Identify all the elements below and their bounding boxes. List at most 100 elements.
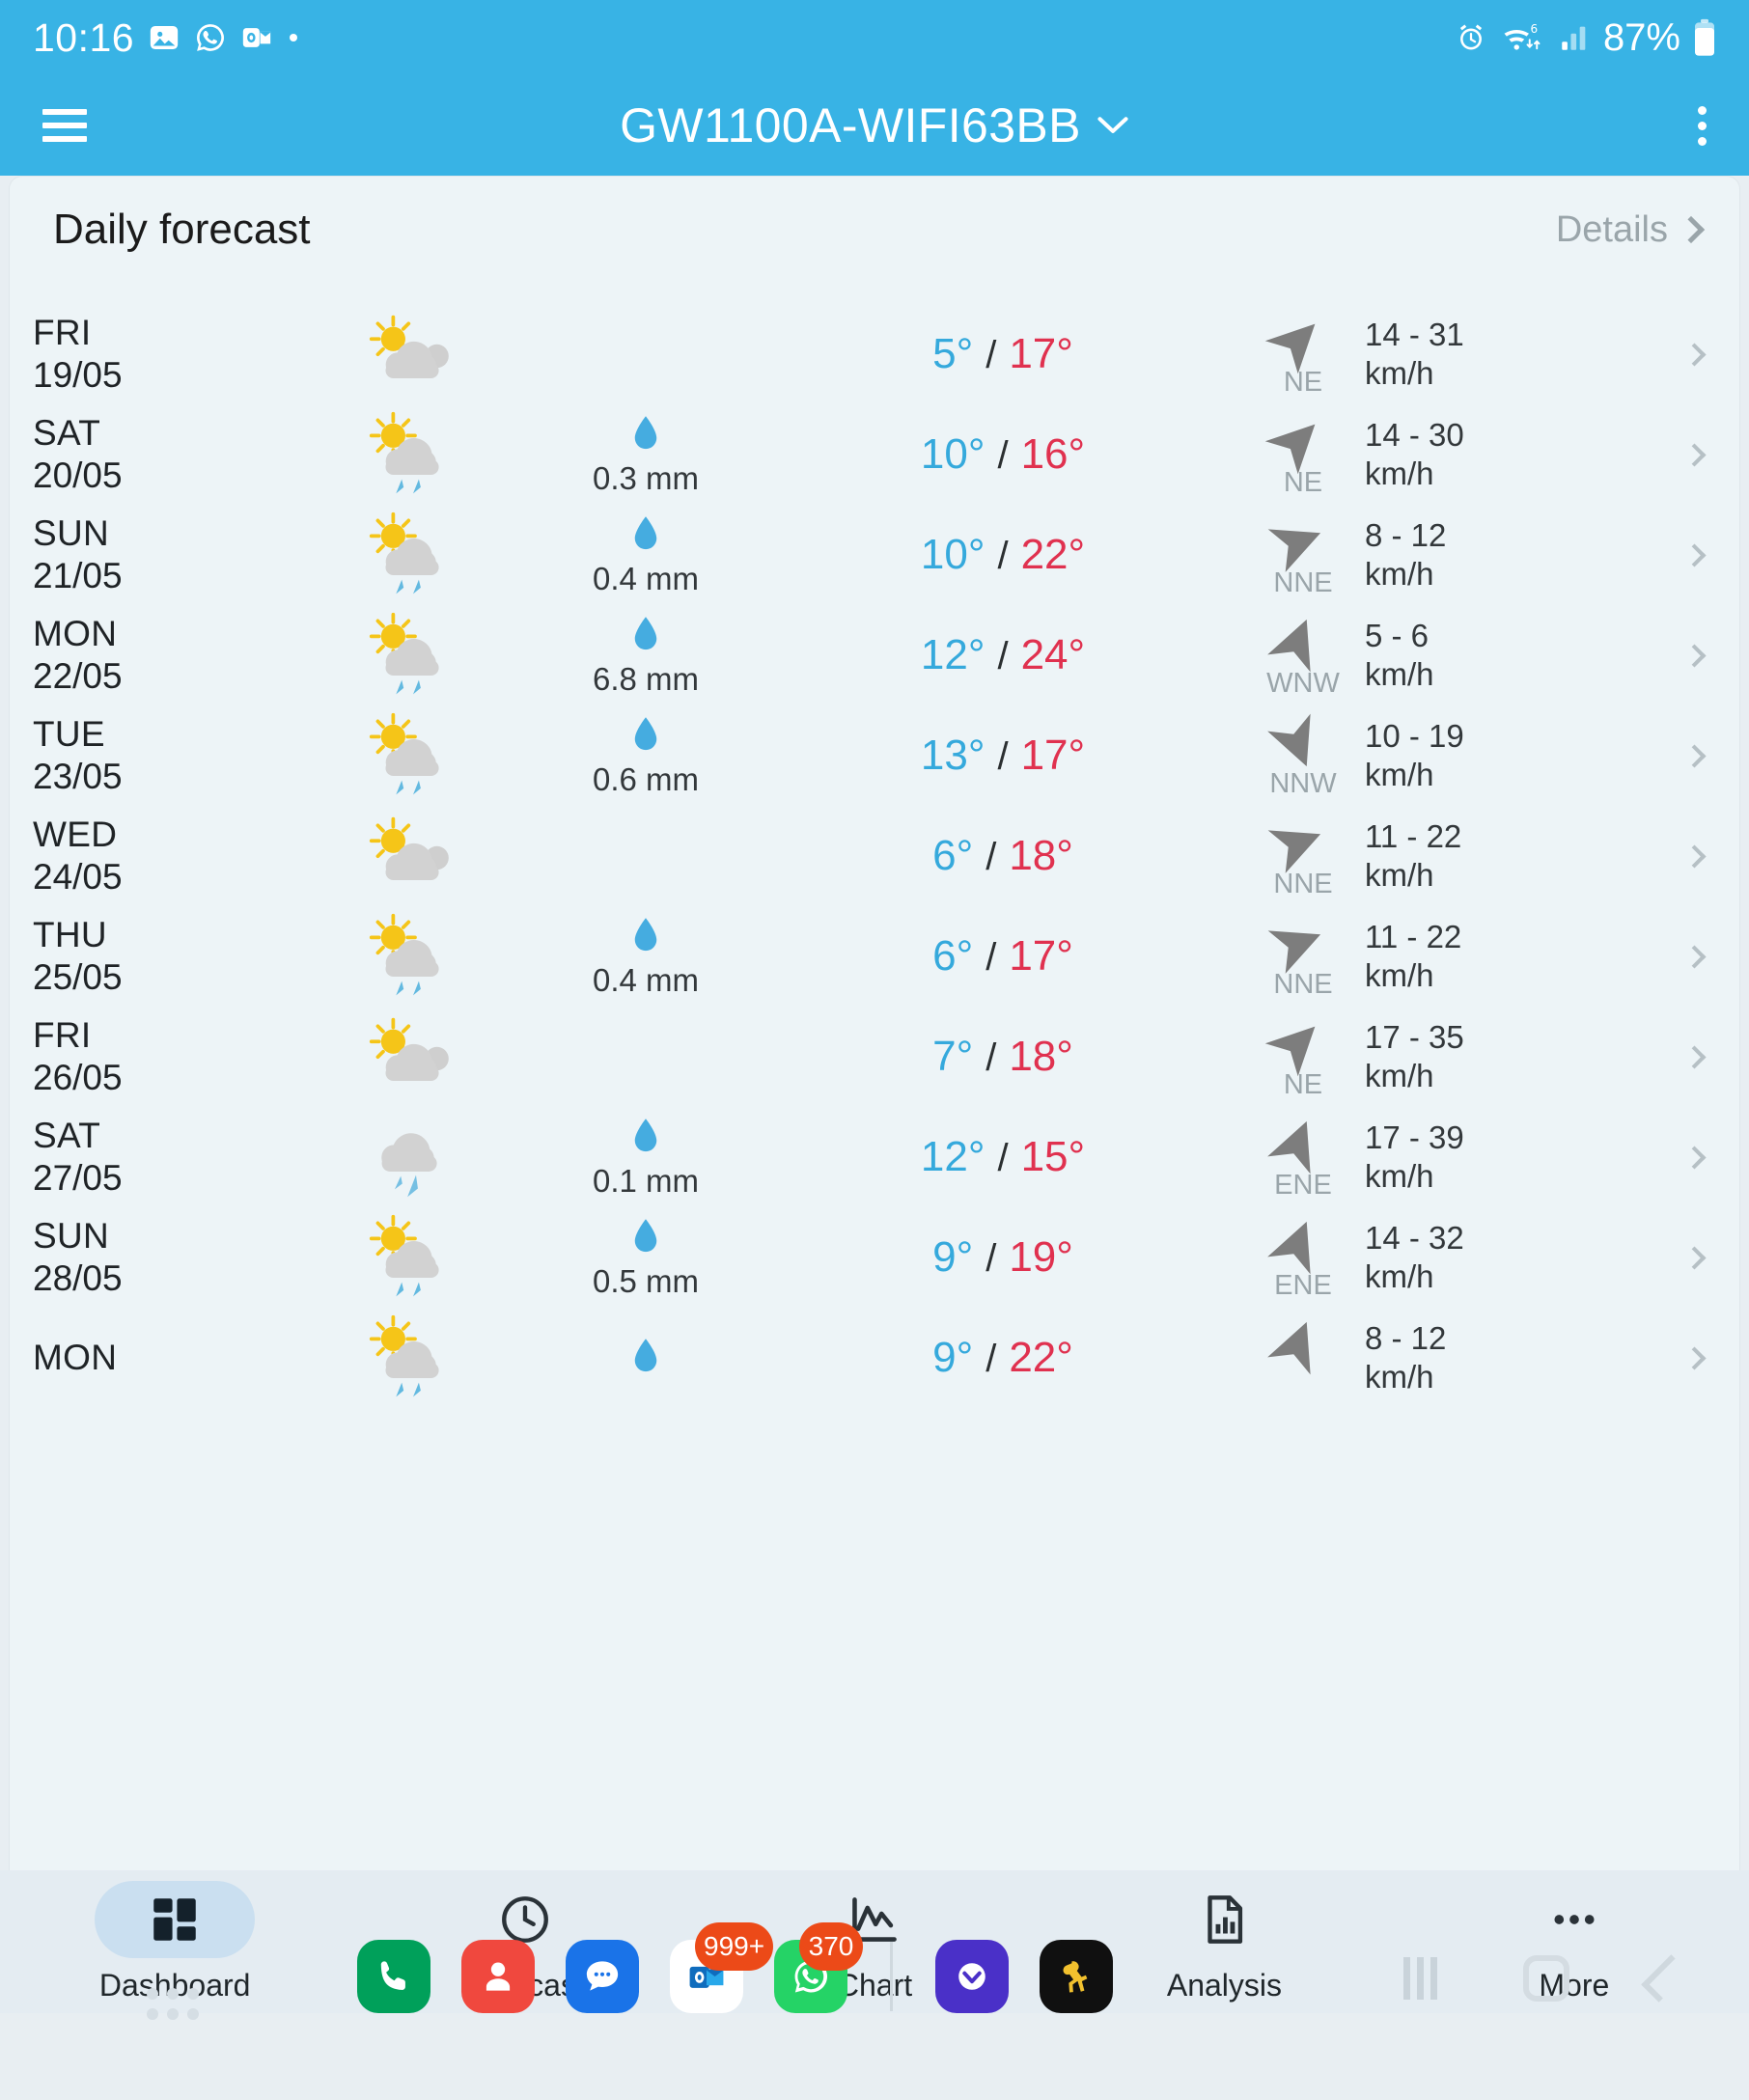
status-bar-left: 10:16 xyxy=(33,15,300,61)
wind-info: NNE 11 - 22 km/h xyxy=(1249,912,1635,1001)
table-row[interactable]: SAT 27/05 0.1 mm 12° / 15° ENE 17 - 39 km/h xyxy=(10,1107,1739,1207)
row-chevron[interactable] xyxy=(1635,843,1707,869)
table-row[interactable]: FRI 19/05 5° / 17° NE 14 - 31 km/h xyxy=(10,304,1739,404)
wind-speed: 8 - 12 km/h xyxy=(1365,516,1447,592)
row-chevron[interactable] xyxy=(1635,342,1707,367)
row-chevron[interactable] xyxy=(1635,1044,1707,1069)
messages-icon[interactable] xyxy=(566,1940,639,2013)
hamburger-icon[interactable] xyxy=(42,109,87,142)
wind-direction-group xyxy=(1249,1313,1365,1402)
wind-info: NE 14 - 30 km/h xyxy=(1249,410,1635,499)
table-row[interactable]: THU 25/05 0.4 mm 6° / 17° NNE 11 - 22 km/h xyxy=(10,906,1739,1007)
partly-cloudy-icon xyxy=(293,810,535,902)
table-row[interactable]: WED 24/05 6° / 18° NNE 11 - 22 km/h xyxy=(10,806,1739,906)
day-of-week: WED xyxy=(33,815,118,855)
row-chevron[interactable] xyxy=(1635,1245,1707,1270)
page-title[interactable]: GW1100A-WIFI63BB xyxy=(620,97,1081,153)
wind-speed: 10 - 19 km/h xyxy=(1365,717,1464,792)
cloud-rain-icon xyxy=(293,1111,535,1203)
rain-amount: 0.4 mm xyxy=(535,915,757,999)
rain-value: 0.4 mm xyxy=(592,961,700,998)
rain-amount xyxy=(535,1336,757,1381)
chevron-right-icon xyxy=(1682,342,1707,367)
temperature-range: 7° / 18° xyxy=(757,1033,1249,1081)
forecast-day: SAT 20/05 xyxy=(33,412,293,496)
chevron-right-icon xyxy=(1682,743,1707,768)
wind-info: NE 14 - 31 km/h xyxy=(1249,310,1635,399)
wind-direction-group: NNE xyxy=(1249,812,1365,900)
row-chevron[interactable] xyxy=(1635,1345,1707,1370)
table-row[interactable]: FRI 26/05 7° / 18° NE 17 - 35 km/h xyxy=(10,1007,1739,1107)
bitmoji-icon[interactable] xyxy=(1040,1940,1113,2013)
sun-cloud-rain-icon xyxy=(293,1312,535,1404)
forecast-day: SAT 27/05 xyxy=(33,1115,293,1199)
sun-cloud-rain-icon xyxy=(293,1211,535,1304)
forecast-day: SUN 21/05 xyxy=(33,512,293,596)
high-temp: 17° xyxy=(1020,732,1086,779)
back-icon[interactable] xyxy=(1641,1954,1689,2003)
row-chevron[interactable] xyxy=(1635,944,1707,969)
rain-amount: 6.8 mm xyxy=(535,614,757,698)
table-row[interactable]: SUN 21/05 0.4 mm 10° / 22° NNE 8 - 12 km/h xyxy=(10,505,1739,605)
sun-cloud-rain-icon xyxy=(293,509,535,601)
wind-arrow-icon xyxy=(1266,916,1328,977)
temperature-range: 9° / 19° xyxy=(757,1233,1249,1282)
phone-icon[interactable] xyxy=(357,1940,430,2013)
wind-arrow-icon xyxy=(1266,514,1328,575)
raindrop-icon xyxy=(631,413,660,458)
row-chevron[interactable] xyxy=(1635,643,1707,668)
table-row[interactable]: TUE 23/05 0.6 mm 13° / 17° NNW 10 - 19 km/h xyxy=(10,705,1739,806)
temperature-range: 12° / 24° xyxy=(757,631,1249,679)
whatsapp-icon[interactable]: 370 xyxy=(774,1922,863,2013)
wind-speed: 17 - 35 km/h xyxy=(1365,1018,1464,1093)
kebab-menu-icon[interactable] xyxy=(1698,105,1707,146)
table-row[interactable]: SAT 20/05 0.3 mm 10° / 16° NE 14 - 30 km/h xyxy=(10,404,1739,505)
rain-value: 6.8 mm xyxy=(592,660,700,697)
day-of-week: FRI xyxy=(33,313,92,353)
high-temp: 16° xyxy=(1020,430,1086,478)
row-chevron[interactable] xyxy=(1635,442,1707,467)
day-date: 19/05 xyxy=(33,355,123,395)
low-temp: 13° xyxy=(920,732,986,779)
system-nav-bar xyxy=(1403,1954,1689,2003)
day-date: 26/05 xyxy=(33,1058,123,1097)
svg-text:6: 6 xyxy=(1530,22,1538,36)
raindrop-icon xyxy=(631,714,660,760)
row-chevron[interactable] xyxy=(1635,542,1707,567)
day-date: 23/05 xyxy=(33,757,123,796)
app-drawer-icon[interactable] xyxy=(147,1988,199,2020)
contacts-icon[interactable] xyxy=(461,1940,535,2013)
low-temp: 5° xyxy=(932,330,974,377)
recents-icon[interactable] xyxy=(1403,1957,1440,2000)
table-row[interactable]: MON 9° / 22° 8 - 12 km/h xyxy=(10,1308,1739,1408)
yahoo-icon[interactable] xyxy=(935,1940,1009,2013)
wind-info: 8 - 12 km/h xyxy=(1249,1313,1635,1402)
outlook-icon[interactable]: 999+ xyxy=(670,1922,774,2013)
details-button[interactable]: Details xyxy=(1556,209,1706,251)
wind-speed: 14 - 31 km/h xyxy=(1365,316,1464,391)
android-dock: 999+ 370 xyxy=(0,1922,1749,2100)
card-title: Daily forecast xyxy=(53,206,311,253)
chevron-right-icon xyxy=(1677,215,1706,244)
row-chevron[interactable] xyxy=(1635,1145,1707,1170)
chevron-right-icon xyxy=(1682,843,1707,869)
chevron-down-icon[interactable] xyxy=(1097,115,1129,136)
high-temp: 17° xyxy=(1009,932,1073,980)
table-row[interactable]: SUN 28/05 0.5 mm 9° / 19° ENE 14 - 32 km/h xyxy=(10,1207,1739,1308)
nav-item-dashboard[interactable]: Dashboard xyxy=(0,1880,349,2003)
wind-direction-label: NNW xyxy=(1269,768,1337,799)
row-chevron[interactable] xyxy=(1635,743,1707,768)
temperature-range: 6° / 17° xyxy=(757,932,1249,981)
rain-amount: 0.1 mm xyxy=(535,1116,757,1200)
wind-arrow-icon xyxy=(1264,414,1328,475)
dock-divider xyxy=(890,1942,893,2011)
temp-separator: / xyxy=(997,735,1009,778)
temperature-range: 6° / 18° xyxy=(757,832,1249,880)
wind-speed: 14 - 30 km/h xyxy=(1365,416,1464,491)
temp-separator: / xyxy=(986,936,997,979)
rain-amount: 0.4 mm xyxy=(535,513,757,597)
table-row[interactable]: MON 22/05 6.8 mm 12° / 24° WNW 5 - 6 km/h xyxy=(10,605,1739,705)
day-of-week: TUE xyxy=(33,714,105,755)
wind-direction-label: NE xyxy=(1283,367,1323,398)
home-icon[interactable] xyxy=(1523,1955,1569,2002)
